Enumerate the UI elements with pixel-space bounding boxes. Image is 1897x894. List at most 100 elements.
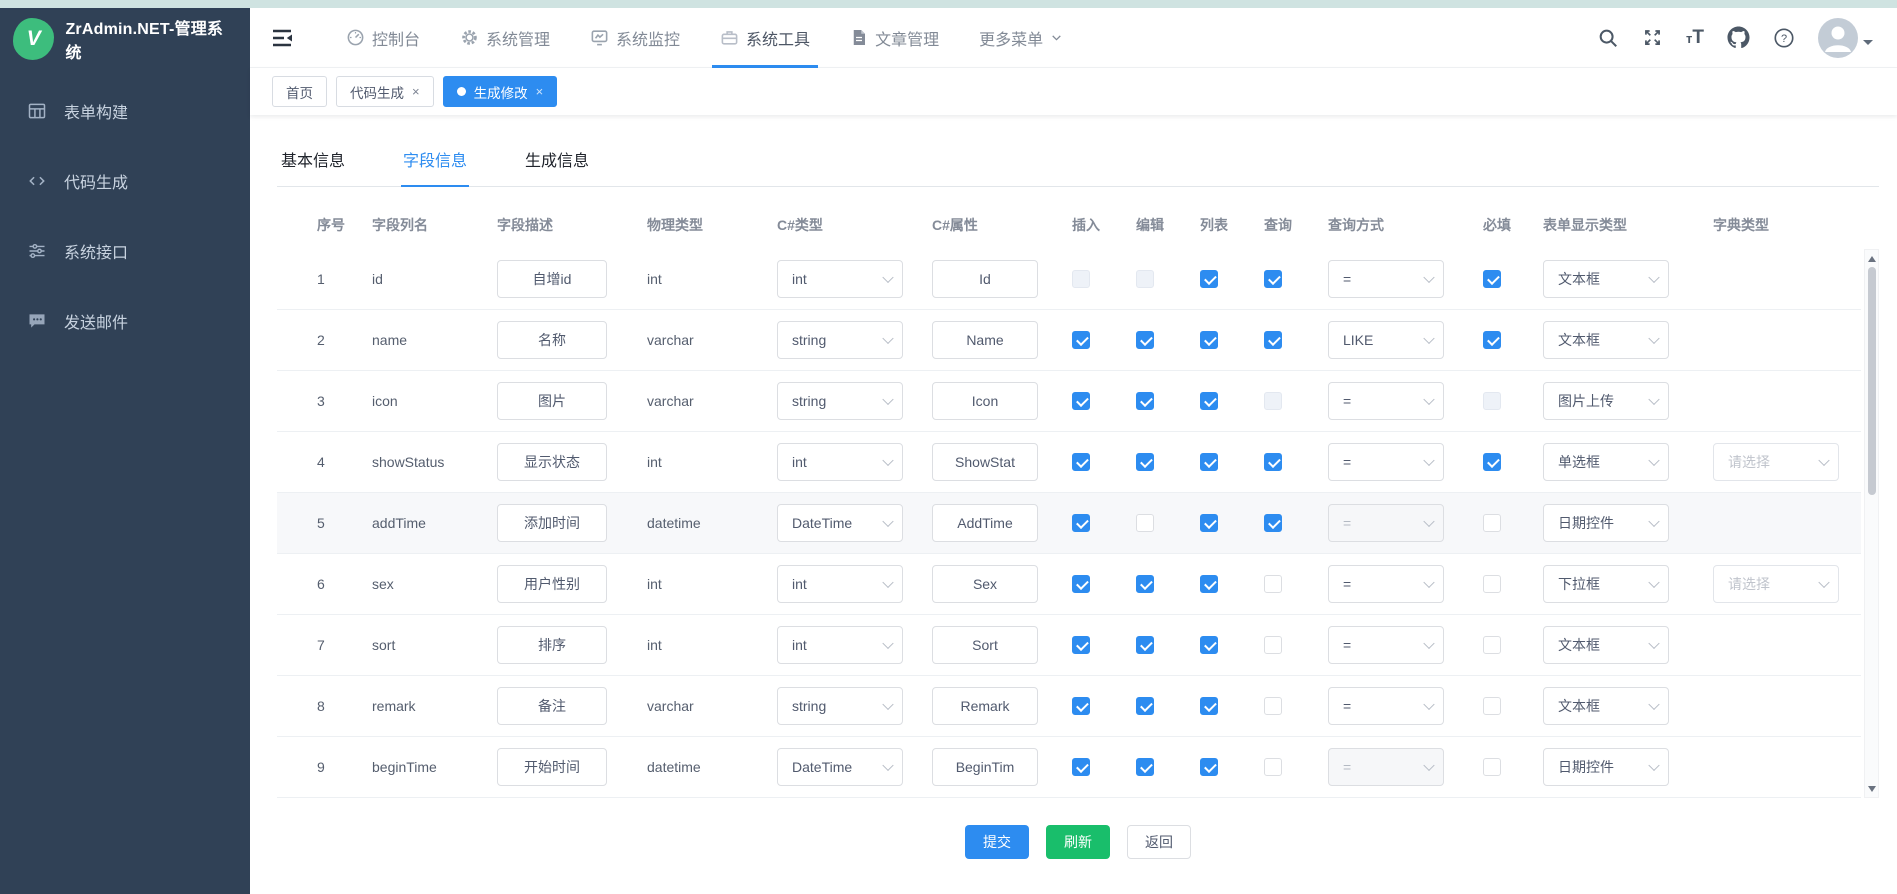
- query-checkbox[interactable]: [1264, 758, 1282, 776]
- back-button[interactable]: 返回: [1127, 825, 1191, 859]
- nav-item-4[interactable]: 系统工具: [700, 8, 830, 68]
- list-checkbox[interactable]: [1200, 575, 1218, 593]
- display-type-select[interactable]: 文本框: [1543, 321, 1669, 359]
- required-checkbox[interactable]: [1483, 697, 1501, 715]
- tab-3[interactable]: 生成信息: [523, 141, 591, 187]
- edit-checkbox[interactable]: [1136, 331, 1154, 349]
- user-menu[interactable]: [1818, 18, 1873, 58]
- nav-item-1[interactable]: 控制台: [326, 8, 440, 68]
- cs-property-input[interactable]: [932, 626, 1038, 664]
- edit-checkbox[interactable]: [1136, 758, 1154, 776]
- dict-type-select[interactable]: 请选择: [1713, 443, 1839, 481]
- nav-item-5[interactable]: 文章管理: [830, 8, 959, 68]
- scroll-down-button[interactable]: [1865, 782, 1878, 796]
- required-checkbox[interactable]: [1483, 636, 1501, 654]
- list-checkbox[interactable]: [1200, 514, 1218, 532]
- sidebar-item-1[interactable]: 表单构建: [0, 76, 250, 146]
- list-checkbox[interactable]: [1200, 758, 1218, 776]
- cs-property-input[interactable]: [932, 260, 1038, 298]
- display-type-select[interactable]: 单选框: [1543, 443, 1669, 481]
- tab-2[interactable]: 字段信息: [401, 141, 469, 187]
- edit-checkbox[interactable]: [1136, 392, 1154, 410]
- cs-property-input[interactable]: [932, 382, 1038, 420]
- cs-type-select[interactable]: DateTime: [777, 504, 903, 542]
- query-checkbox[interactable]: [1264, 697, 1282, 715]
- required-checkbox[interactable]: [1483, 331, 1501, 349]
- cs-property-input[interactable]: [932, 443, 1038, 481]
- field-desc-input[interactable]: [497, 626, 607, 664]
- cs-type-select[interactable]: int: [777, 260, 903, 298]
- cs-property-input[interactable]: [932, 565, 1038, 603]
- github-button[interactable]: [1727, 26, 1750, 49]
- edit-checkbox[interactable]: [1136, 514, 1154, 532]
- scroll-up-button[interactable]: [1865, 251, 1878, 265]
- dict-type-select[interactable]: 请选择: [1713, 565, 1839, 603]
- submit-button[interactable]: 提交: [965, 825, 1029, 859]
- edit-checkbox[interactable]: [1136, 453, 1154, 471]
- display-type-select[interactable]: 文本框: [1543, 687, 1669, 725]
- list-checkbox[interactable]: [1200, 636, 1218, 654]
- required-checkbox[interactable]: [1483, 270, 1501, 288]
- cs-type-select[interactable]: DateTime: [777, 748, 903, 786]
- edit-checkbox[interactable]: [1136, 697, 1154, 715]
- tag-3[interactable]: 生成修改×: [443, 76, 558, 107]
- field-desc-input[interactable]: [497, 321, 607, 359]
- query-checkbox[interactable]: [1264, 575, 1282, 593]
- font-size-button[interactable]: тT: [1686, 27, 1704, 49]
- insert-checkbox[interactable]: [1072, 697, 1090, 715]
- close-icon[interactable]: ×: [412, 85, 420, 98]
- query-checkbox[interactable]: [1264, 636, 1282, 654]
- close-icon[interactable]: ×: [536, 85, 544, 98]
- query-type-select[interactable]: =: [1328, 382, 1444, 420]
- field-desc-input[interactable]: [497, 382, 607, 420]
- list-checkbox[interactable]: [1200, 453, 1218, 471]
- query-checkbox[interactable]: [1264, 453, 1282, 471]
- required-checkbox[interactable]: [1483, 453, 1501, 471]
- search-button[interactable]: [1597, 27, 1619, 49]
- field-desc-input[interactable]: [497, 748, 607, 786]
- required-checkbox[interactable]: [1483, 758, 1501, 776]
- list-checkbox[interactable]: [1200, 331, 1218, 349]
- nav-item-6[interactable]: 更多菜单: [959, 8, 1083, 68]
- field-desc-input[interactable]: [497, 687, 607, 725]
- collapse-sidebar-icon[interactable]: [270, 25, 296, 51]
- edit-checkbox[interactable]: [1136, 575, 1154, 593]
- nav-item-3[interactable]: 系统监控: [570, 8, 700, 68]
- query-type-select[interactable]: =: [1328, 565, 1444, 603]
- display-type-select[interactable]: 文本框: [1543, 626, 1669, 664]
- tab-1[interactable]: 基本信息: [279, 141, 347, 187]
- list-checkbox[interactable]: [1200, 270, 1218, 288]
- field-desc-input[interactable]: [497, 443, 607, 481]
- cs-property-input[interactable]: [932, 321, 1038, 359]
- query-checkbox[interactable]: [1264, 331, 1282, 349]
- display-type-select[interactable]: 下拉框: [1543, 565, 1669, 603]
- required-checkbox[interactable]: [1483, 514, 1501, 532]
- insert-checkbox[interactable]: [1072, 392, 1090, 410]
- query-type-select[interactable]: LIKE: [1328, 321, 1444, 359]
- display-type-select[interactable]: 日期控件: [1543, 748, 1669, 786]
- nav-item-2[interactable]: 系统管理: [440, 8, 570, 68]
- cs-property-input[interactable]: [932, 687, 1038, 725]
- sidebar-item-2[interactable]: 代码生成: [0, 146, 250, 216]
- query-type-select[interactable]: =: [1328, 443, 1444, 481]
- cs-type-select[interactable]: int: [777, 565, 903, 603]
- display-type-select[interactable]: 图片上传: [1543, 382, 1669, 420]
- insert-checkbox[interactable]: [1072, 575, 1090, 593]
- field-desc-input[interactable]: [497, 565, 607, 603]
- refresh-button[interactable]: 刷新: [1046, 825, 1110, 859]
- field-desc-input[interactable]: [497, 260, 607, 298]
- edit-checkbox[interactable]: [1136, 636, 1154, 654]
- field-desc-input[interactable]: [497, 504, 607, 542]
- cs-type-select[interactable]: string: [777, 321, 903, 359]
- tag-1[interactable]: 首页: [272, 76, 327, 107]
- display-type-select[interactable]: 文本框: [1543, 260, 1669, 298]
- cs-type-select[interactable]: string: [777, 687, 903, 725]
- sidebar-item-4[interactable]: 发送邮件: [0, 286, 250, 356]
- query-type-select[interactable]: =: [1328, 260, 1444, 298]
- list-checkbox[interactable]: [1200, 392, 1218, 410]
- scrollbar-thumb[interactable]: [1868, 267, 1876, 495]
- query-type-select[interactable]: =: [1328, 687, 1444, 725]
- vertical-scrollbar[interactable]: [1864, 249, 1879, 798]
- help-button[interactable]: ?: [1773, 27, 1795, 49]
- cs-type-select[interactable]: int: [777, 443, 903, 481]
